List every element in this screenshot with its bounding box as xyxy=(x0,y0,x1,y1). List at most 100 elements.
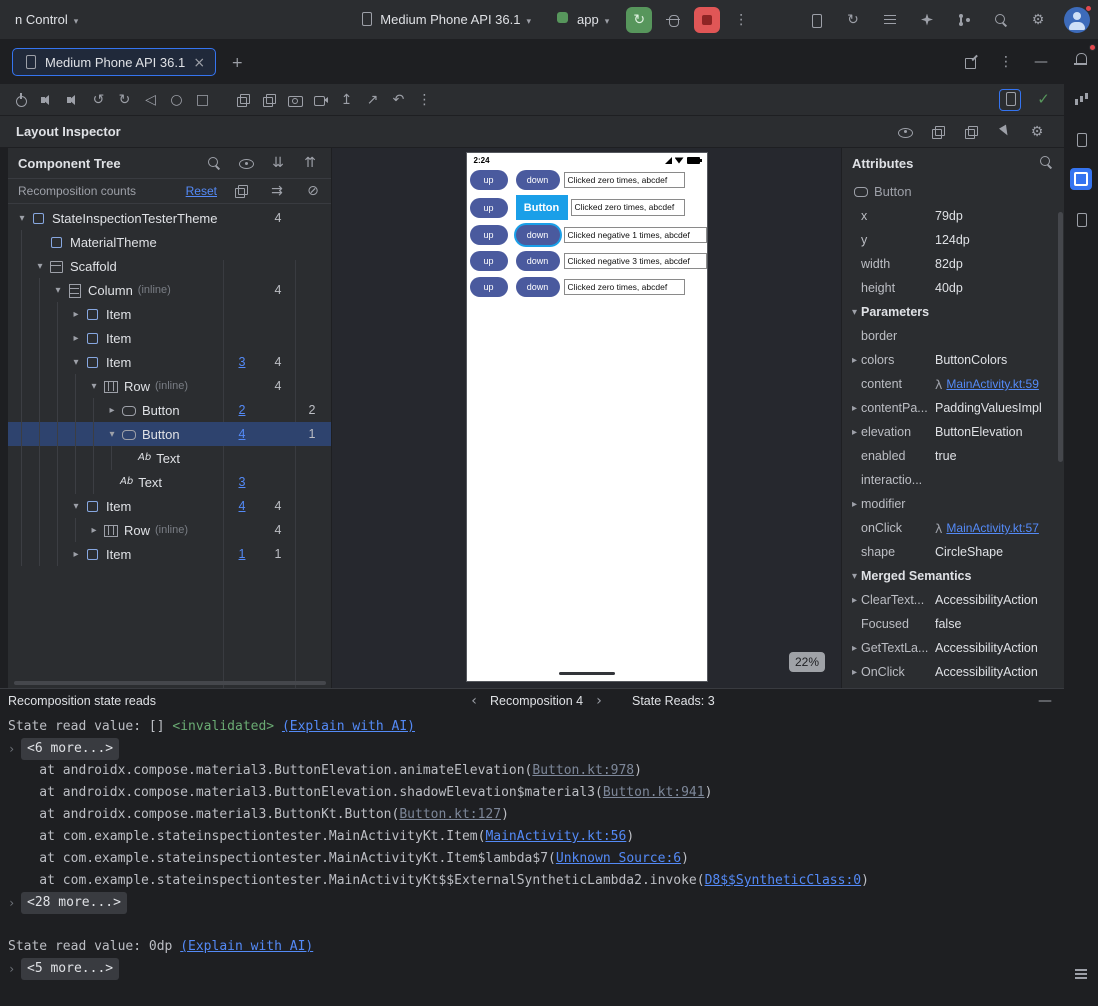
chevron-down-icon[interactable]: ▾ xyxy=(104,429,120,440)
attribute-row[interactable]: height 40dp xyxy=(842,276,1064,300)
fold-chevron-icon[interactable]: › xyxy=(8,958,18,980)
attribute-row[interactable]: ▸ colors ButtonColors xyxy=(842,348,1064,372)
debug-button[interactable] xyxy=(662,9,684,31)
attributes-search[interactable] xyxy=(1038,154,1054,173)
attribute-row[interactable]: ▸ elevation ButtonElevation xyxy=(842,420,1064,444)
share-button[interactable]: ↗ xyxy=(362,89,383,110)
tree-row[interactable]: MaterialTheme xyxy=(8,230,331,254)
layers-column-button[interactable] xyxy=(223,183,259,199)
expand-icon[interactable]: ▸ xyxy=(848,499,861,510)
tree-row[interactable]: ▾ Row (inline) 4 xyxy=(8,374,331,398)
running-devices-tool-button[interactable] xyxy=(1068,166,1094,192)
recomposition-count[interactable]: 3 xyxy=(224,475,260,489)
volume-up-button[interactable] xyxy=(36,89,57,110)
more-vert-button[interactable]: ⋮ xyxy=(995,51,1017,73)
rotate-right-button[interactable]: ↻ xyxy=(114,89,135,110)
collapse-all-button[interactable]: ⇈ xyxy=(299,152,321,174)
device-pair-button[interactable] xyxy=(805,9,827,31)
volume-down-button[interactable] xyxy=(62,89,83,110)
more-run-actions-button[interactable]: ⋮ xyxy=(730,9,752,31)
chevron-down-icon[interactable]: ▾ xyxy=(68,357,84,368)
recomposition-count[interactable]: 3 xyxy=(224,355,260,369)
console-link[interactable]: (Explain with AI) xyxy=(180,936,313,958)
up-button[interactable]: up xyxy=(469,197,508,218)
down-button[interactable]: down xyxy=(515,277,560,297)
more-tool-windows-tool-button[interactable] xyxy=(1068,960,1094,986)
power-button[interactable] xyxy=(10,89,31,110)
down-button[interactable]: down xyxy=(515,225,560,245)
attributes-scrollbar[interactable] xyxy=(1058,212,1063,462)
chevron-down-icon[interactable]: ▾ xyxy=(68,501,84,512)
close-tab-button[interactable]: × xyxy=(192,55,206,70)
tree-row[interactable]: ▾ Item 4 4 xyxy=(8,494,331,518)
screenshot-button[interactable] xyxy=(284,89,305,110)
chevron-down-icon[interactable]: ▾ xyxy=(14,213,30,224)
up-button[interactable]: up xyxy=(469,277,508,297)
device-tab[interactable]: Medium Phone API 36.1 × xyxy=(12,48,217,76)
console-link[interactable]: (Explain with AI) xyxy=(282,716,415,738)
tree-horizontal-scrollbar[interactable] xyxy=(14,681,326,685)
folded-frames[interactable]: <5 more...> xyxy=(21,958,120,980)
fold-chevron-icon[interactable]: › xyxy=(8,892,18,914)
down-button[interactable]: down xyxy=(515,170,560,190)
version-control-button[interactable] xyxy=(953,9,975,31)
attribute-row[interactable]: enabled true xyxy=(842,444,1064,468)
device-screen[interactable]: 2:24 up down Clicked zero times, abcdef up B… xyxy=(465,152,708,682)
run-configuration[interactable]: app ▾ xyxy=(548,6,616,33)
chevron-right-icon[interactable]: ▸ xyxy=(68,549,84,560)
search-button[interactable] xyxy=(990,9,1012,31)
rotate-left-button[interactable]: ↺ xyxy=(88,89,109,110)
reset-counts-link[interactable]: Reset xyxy=(186,184,217,198)
prev-recomposition-button[interactable]: ‹ xyxy=(466,690,482,712)
layers-button[interactable] xyxy=(960,121,982,143)
pick-component-button[interactable] xyxy=(993,121,1015,143)
record-button[interactable] xyxy=(310,89,331,110)
attribute-row[interactable]: Focused false xyxy=(842,612,1064,636)
attribute-row[interactable]: ▸ OnClick AccessibilityAction xyxy=(842,660,1064,684)
upload-button[interactable]: ↥ xyxy=(336,89,357,110)
device-mirroring-button[interactable] xyxy=(999,88,1021,111)
chevron-right-icon[interactable]: ▸ xyxy=(68,333,84,344)
attribute-row[interactable]: y 124dp xyxy=(842,228,1064,252)
source-link[interactable]: MainActivity.kt:57 xyxy=(946,521,1038,535)
fold-device-button[interactable] xyxy=(232,89,253,110)
console-link[interactable]: Unknown Source:6 xyxy=(556,848,681,870)
stop-button[interactable] xyxy=(694,6,721,33)
ai-assistant-button[interactable] xyxy=(916,9,938,31)
tree-row[interactable]: ▾ Column (inline) 4 xyxy=(8,278,331,302)
device-selector[interactable]: Medium Phone API 36.1 ▾ xyxy=(351,6,538,33)
tree-row[interactable]: ▾ Item 3 4 xyxy=(8,350,331,374)
search-button[interactable] xyxy=(203,152,225,174)
expand-icon[interactable]: ▸ xyxy=(848,403,861,414)
attribute-row[interactable]: interactio... xyxy=(842,468,1064,492)
attributes-section[interactable]: ▾ Parameters xyxy=(842,300,1064,324)
source-link[interactable]: MainActivity.kt:59 xyxy=(946,377,1038,391)
chevron-right-icon[interactable]: ▸ xyxy=(68,309,84,320)
recomposition-count[interactable]: 1 xyxy=(224,547,260,561)
chevron-right-icon[interactable]: ▸ xyxy=(104,405,120,416)
gradle-sync-button[interactable]: ↻ xyxy=(842,9,864,31)
chevron-down-icon[interactable]: ▾ xyxy=(32,261,48,272)
device-explorer-tool-button[interactable] xyxy=(1068,206,1094,232)
tree-row[interactable]: ▾ Button 4 1 xyxy=(8,422,331,446)
folded-frames[interactable]: <28 more...> xyxy=(21,892,127,914)
expand-icon[interactable]: ▸ xyxy=(848,595,861,606)
attribute-row[interactable]: ▸ ClearText... AccessibilityAction xyxy=(842,588,1064,612)
snapshot-button[interactable] xyxy=(927,121,949,143)
notifications-tool-button[interactable] xyxy=(1068,44,1096,72)
attribute-row[interactable]: width 82dp xyxy=(842,252,1064,276)
open-in-new-button[interactable] xyxy=(960,51,982,73)
more-vert-button[interactable]: ⋮ xyxy=(414,89,435,110)
attribute-row[interactable]: ▸ GetTextLa... AccessibilityAction xyxy=(842,636,1064,660)
chevron-right-icon[interactable]: ▸ xyxy=(86,525,102,536)
chevron-down-icon[interactable]: ▾ xyxy=(848,307,861,318)
reset-device-button[interactable]: ↶ xyxy=(388,89,409,110)
hardware-ok-button[interactable]: ✓ xyxy=(1033,89,1054,110)
version-control-widget[interactable]: n Control ▾ xyxy=(8,8,85,31)
chevron-down-icon[interactable]: ▾ xyxy=(50,285,66,296)
eye-button[interactable] xyxy=(235,152,257,174)
tree-row[interactable]: Ab Text 3 xyxy=(8,470,331,494)
console-link[interactable]: Button.kt:941 xyxy=(603,782,705,804)
expand-icon[interactable]: ▸ xyxy=(848,355,861,366)
attribute-row[interactable]: content λ MainActivity.kt:59 xyxy=(842,372,1064,396)
